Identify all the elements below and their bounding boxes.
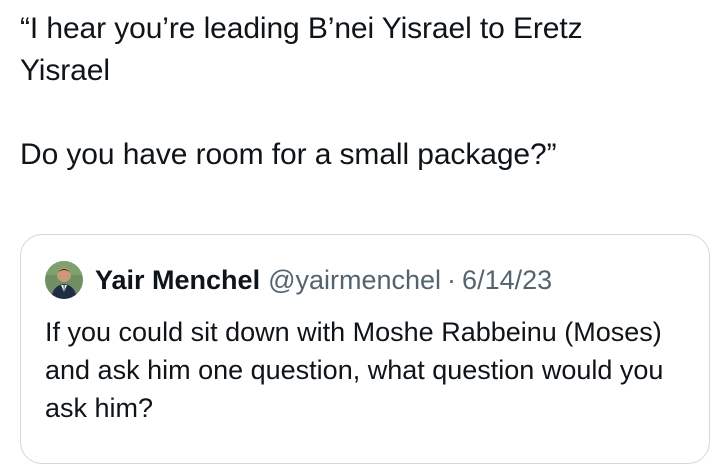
quoted-tweet-date[interactable]: 6/14/23 <box>462 265 552 296</box>
tweet-text: “I hear you’re leading B’nei Yisrael to … <box>20 12 583 171</box>
quoted-tweet-card[interactable]: Yair Menchel @yairmenchel · 6/14/23 If y… <box>20 234 710 464</box>
separator-dot: · <box>447 264 457 295</box>
quoted-tweet-text: If you could sit down with Moshe Rabbein… <box>45 317 664 423</box>
tweet: “I hear you’re leading B’nei Yisrael to … <box>0 0 725 464</box>
author-name[interactable]: Yair Menchel <box>95 265 260 296</box>
avatar-image <box>45 261 83 299</box>
quoted-tweet-header: Yair Menchel @yairmenchel · 6/14/23 <box>45 261 552 299</box>
avatar[interactable] <box>45 261 83 299</box>
author-handle[interactable]: @yairmenchel <box>268 265 441 296</box>
